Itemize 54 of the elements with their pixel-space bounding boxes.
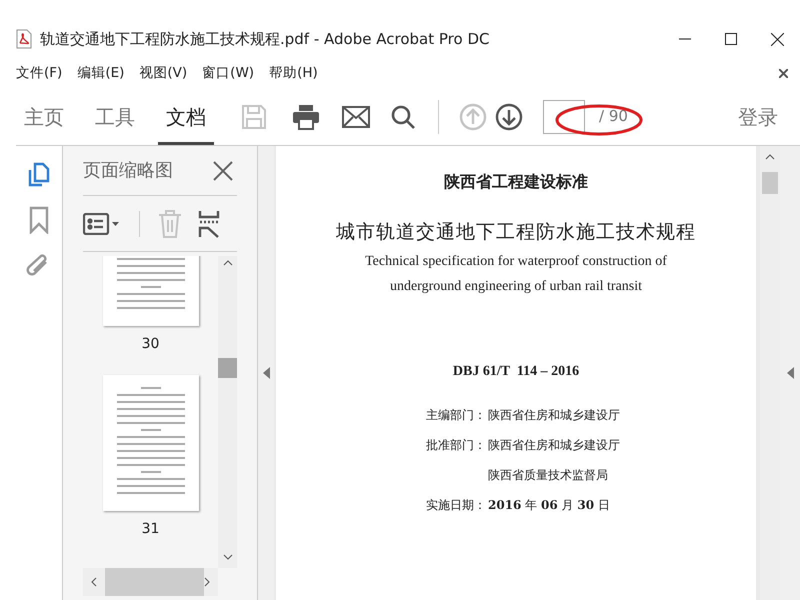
vertical-scrollbar[interactable] bbox=[218, 256, 237, 568]
page-label: 31 bbox=[142, 520, 160, 539]
menu-item[interactable]: 文件(F) bbox=[16, 62, 62, 84]
close-icon[interactable] bbox=[213, 160, 233, 180]
mail-icon[interactable] bbox=[342, 106, 370, 128]
document-scrollbar[interactable] bbox=[760, 146, 780, 600]
panel-title: 页面缩略图 bbox=[83, 159, 173, 183]
chevron-down-icon[interactable] bbox=[222, 554, 232, 560]
collapse-panel-icon[interactable] bbox=[262, 367, 270, 379]
chevron-up-icon[interactable] bbox=[222, 260, 232, 266]
info-label: 实施日期： bbox=[426, 498, 486, 512]
nav-tab[interactable]: 主页 bbox=[16, 88, 72, 145]
page-number-field[interactable] bbox=[543, 100, 585, 134]
close-icon bbox=[770, 32, 784, 46]
pages-icon[interactable] bbox=[27, 162, 51, 188]
info-value: 陕西省住房和城乡建设厅 bbox=[488, 406, 620, 424]
sign-in-link[interactable]: 登录 bbox=[738, 102, 778, 132]
english-title: underground engineering of urban rail transit bbox=[388, 278, 644, 296]
print-icon[interactable] bbox=[292, 104, 320, 130]
scrollbar-thumb[interactable] bbox=[218, 358, 237, 378]
info-label: 批准部门： bbox=[426, 438, 486, 452]
info-label: 主编部门： bbox=[426, 408, 486, 422]
maximize-icon bbox=[725, 33, 737, 45]
english-title: Technical specification for waterproof construction of bbox=[364, 252, 668, 270]
document-heading: 陕西省工程建设标准 bbox=[443, 171, 589, 193]
menu-item[interactable]: 编辑(E) bbox=[77, 62, 124, 84]
options-menu-icon[interactable] bbox=[83, 212, 121, 234]
search-icon[interactable] bbox=[390, 104, 416, 130]
close-icon bbox=[779, 68, 788, 78]
expand-panel-icon[interactable] bbox=[786, 367, 794, 379]
chevron-up-icon[interactable] bbox=[765, 154, 775, 160]
page-thumbnail[interactable] bbox=[102, 375, 198, 511]
close-document-button[interactable] bbox=[779, 68, 788, 78]
menu-item[interactable]: 视图(V) bbox=[139, 62, 188, 84]
menu-item[interactable]: 窗口(W) bbox=[202, 62, 254, 84]
info-value: 陕西省质量技术监督局 bbox=[488, 466, 608, 484]
nav-tab[interactable]: 工具 bbox=[87, 88, 143, 145]
bookmark-icon[interactable] bbox=[29, 206, 49, 234]
crop-page-icon[interactable] bbox=[198, 210, 220, 238]
pdf-file-icon bbox=[16, 29, 32, 49]
arrow-down-circle-icon[interactable] bbox=[495, 102, 523, 130]
page-label: 30 bbox=[142, 335, 160, 354]
info-value: 2016 年 06 月 30 日 bbox=[488, 496, 610, 514]
minimize-icon bbox=[679, 38, 691, 40]
document-title: 城市轨道交通地下工程防水施工技术规程 bbox=[335, 220, 697, 245]
menu-item[interactable]: 帮助(H) bbox=[269, 62, 318, 84]
page-total: / 90 bbox=[599, 106, 628, 128]
window-title: 轨道交通地下工程防水施工技术规程.pdf - Adobe Acrobat Pro DC bbox=[40, 28, 490, 50]
chevron-right-icon[interactable] bbox=[204, 577, 210, 587]
chevron-left-icon[interactable] bbox=[91, 577, 97, 587]
info-value: 陕西省住房和城乡建设厅 bbox=[488, 436, 620, 454]
scrollbar-thumb[interactable] bbox=[762, 172, 778, 194]
horizontal-scrollbar[interactable] bbox=[83, 568, 218, 596]
standard-code: DBJ 61/T 114 – 2016 bbox=[452, 362, 580, 380]
